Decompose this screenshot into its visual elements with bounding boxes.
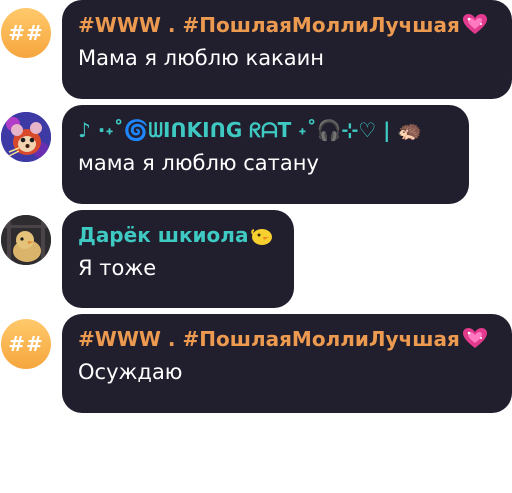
user-avatar[interactable]: ## — [1, 8, 51, 58]
sender-name[interactable]: ♪ ⋅˖˚🌀ᗯIᑎKIᑎG ᖇᗩT ˖˚🎧⊹♡ | 🦔 — [78, 117, 453, 143]
sparkling-heart-icon — [462, 328, 487, 348]
message-bubble[interactable]: #WWW . #ПошлаяМоллиЛучшая Осуждаю — [62, 314, 512, 413]
user-avatar[interactable] — [1, 215, 51, 265]
sender-name[interactable]: #WWW . #ПошлаяМоллиЛучшая — [78, 326, 496, 352]
message-bubble[interactable]: #WWW . #ПошлаяМоллиЛучшая Мама я люблю к… — [62, 0, 512, 99]
chat-message-list: ## #WWW . #ПошлаяМоллиЛучшая Мама я любл… — [0, 0, 512, 493]
sparkling-heart-icon — [462, 14, 487, 34]
message-text: Осуждаю — [78, 360, 183, 384]
avatar-initials: ## — [8, 21, 44, 45]
avatar-initials: ## — [8, 332, 44, 356]
message-bubble[interactable]: Дарёк шкиола Я тоже — [62, 210, 294, 308]
chick-emoji-icon — [251, 229, 273, 245]
sender-name-text: Дарёк шкиола — [78, 223, 249, 247]
sender-name-text: #WWW . #ПошлаяМоллиЛучшая — [78, 327, 460, 351]
chick-photo-avatar — [1, 215, 51, 265]
message-text: Я тоже — [78, 256, 157, 280]
message-text: Мама я люблю какаин — [78, 46, 324, 70]
user-avatar[interactable]: ## — [1, 319, 51, 369]
message-bubble[interactable]: ♪ ⋅˖˚🌀ᗯIᑎKIᑎG ᖇᗩT ˖˚🎧⊹♡ | 🦔 мама я люблю… — [62, 105, 469, 204]
user-avatar[interactable] — [1, 112, 51, 162]
message-text: мама я люблю сатану — [78, 151, 319, 175]
sender-name[interactable]: Дарёк шкиола — [78, 222, 278, 248]
sender-name-text: #WWW . #ПошлаяМоллиЛучшая — [78, 13, 460, 37]
cartoon-rat-avatar — [1, 112, 51, 162]
sender-name[interactable]: #WWW . #ПошлаяМоллиЛучшая — [78, 12, 496, 38]
